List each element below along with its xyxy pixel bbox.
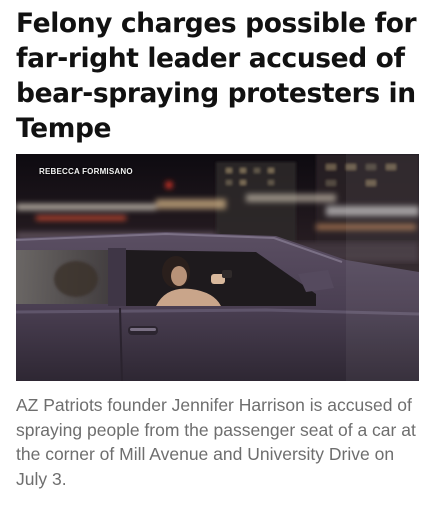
article-headline[interactable]: Felony charges possible for far-right le…: [16, 6, 424, 146]
photo-caption: AZ Patriots founder Jennifer Harrison is…: [16, 395, 416, 489]
night-street-car-image: [16, 154, 419, 381]
photo-credit: REBECCA FORMISANO: [39, 167, 133, 176]
article-photo[interactable]: [16, 154, 419, 381]
